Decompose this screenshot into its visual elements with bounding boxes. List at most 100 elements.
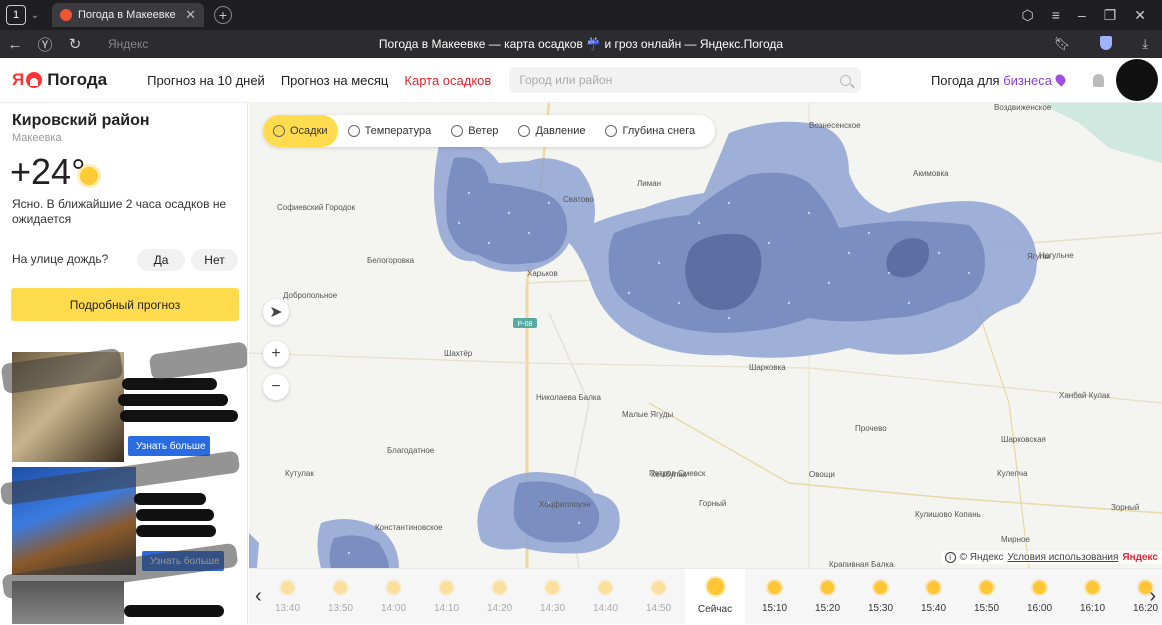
timeline-slot[interactable]: 14:20 xyxy=(473,569,526,625)
map-place-label: Крапивная Балка xyxy=(829,560,894,568)
download-icon[interactable]: ⤓ xyxy=(1142,36,1148,52)
menu-icon[interactable]: ≡ xyxy=(1052,7,1060,24)
map-place-label: Овощи xyxy=(809,470,835,479)
address-tools: 🔖︎ ⤓ xyxy=(1054,36,1162,52)
layer-snow-depth[interactable]: Глубина снега xyxy=(595,115,705,147)
rain-dot xyxy=(888,272,890,274)
current-temperature: +24° xyxy=(10,151,85,193)
copyright-text: © Яндекс xyxy=(960,552,1004,563)
ad-image[interactable] xyxy=(12,581,124,624)
map-place-label: Воздвиженское xyxy=(994,103,1051,112)
address-bar: ← Ⓨ ↻ Яндекс Погода в Макеевке — карта о… xyxy=(0,30,1162,58)
sun-icon xyxy=(874,581,887,594)
water-areas xyxy=(1039,103,1162,163)
tab-counter[interactable]: 1 xyxy=(6,5,26,25)
map-place-label: Белогоровка xyxy=(367,256,414,265)
browser-tab[interactable]: Погода в Макеевке — ✕ xyxy=(52,3,204,27)
timeline-time: 15:40 xyxy=(907,603,960,614)
reload-icon[interactable]: ↻ xyxy=(60,35,90,53)
layer-label: Глубина снега xyxy=(622,125,695,137)
timeline-slot[interactable]: 14:40 xyxy=(579,569,632,625)
timeline-slot[interactable]: 14:10 xyxy=(420,569,473,625)
timeline-slot[interactable]: Сейчас xyxy=(685,569,745,625)
city-name: Макеевка xyxy=(12,132,62,144)
timeline-slot[interactable]: 15:40 xyxy=(907,569,960,625)
new-tab-icon[interactable]: + xyxy=(214,6,232,24)
timeline-time: 13:40 xyxy=(261,603,314,614)
search-icon[interactable] xyxy=(840,75,851,86)
precip-zone-light xyxy=(249,122,1037,568)
back-icon[interactable]: ← xyxy=(0,36,30,53)
tab-list-chevron-icon[interactable]: ⌄ xyxy=(26,10,44,21)
bookmark-icon[interactable]: 🔖︎ xyxy=(1054,36,1071,52)
timeline-next-icon[interactable]: › xyxy=(1149,585,1156,608)
rain-no-button[interactable]: Нет xyxy=(191,249,238,271)
map-place-label: Добропольное xyxy=(283,291,337,300)
terms-link[interactable]: Условия использования xyxy=(1007,552,1118,563)
timeline-slot[interactable]: 13:50 xyxy=(314,569,367,625)
ad-block[interactable] xyxy=(0,581,248,624)
layer-pressure[interactable]: Давление xyxy=(508,115,595,147)
maximize-icon[interactable]: ❐ xyxy=(1104,7,1117,24)
geolocation-button[interactable]: ➤ xyxy=(263,299,289,325)
layer-label: Ветер xyxy=(468,125,498,137)
weather-favicon-icon xyxy=(60,9,72,21)
search-input[interactable]: Город или район xyxy=(509,67,861,93)
timeline-slot[interactable]: 15:10 xyxy=(748,569,801,625)
precipitation-map[interactable]: P-08 ВознесенскоеВоздвиженскоеЛиманСвато… xyxy=(249,103,1162,568)
close-tab-icon[interactable]: ✕ xyxy=(185,7,196,23)
rain-dot xyxy=(728,202,730,204)
layer-temperature[interactable]: Температура xyxy=(338,115,442,147)
rain-dot xyxy=(548,202,550,204)
bell-icon[interactable] xyxy=(1093,74,1104,87)
rain-yes-button[interactable]: Да xyxy=(137,249,185,271)
address-domain[interactable]: Яндекс xyxy=(108,37,228,51)
sun-icon xyxy=(652,581,665,594)
detailed-forecast-button[interactable]: Подробный прогноз xyxy=(11,288,239,321)
rain-dot xyxy=(458,222,460,224)
close-window-icon[interactable]: ✕ xyxy=(1134,7,1146,24)
timeline-slot[interactable]: 15:30 xyxy=(854,569,907,625)
timeline-slot[interactable]: 15:20 xyxy=(801,569,854,625)
timeline-slot[interactable]: 14:50 xyxy=(632,569,685,625)
location-pin-icon xyxy=(1053,72,1067,86)
protect-shield-icon[interactable] xyxy=(1100,36,1112,50)
zoom-in-button[interactable]: + xyxy=(263,341,289,367)
weather-description: Ясно. В ближайшие 2 часа осадков не ожид… xyxy=(12,197,232,227)
rain-dot xyxy=(868,232,870,234)
map-place-label: Акимовка xyxy=(913,169,949,178)
ad-block[interactable]: Узнать больше xyxy=(0,463,248,583)
zoom-out-button[interactable]: − xyxy=(263,374,289,400)
timeline-time: 14:10 xyxy=(420,603,473,614)
rain-dot xyxy=(468,192,470,194)
sun-icon xyxy=(440,581,453,594)
timeline-slot[interactable]: 15:50 xyxy=(960,569,1013,625)
map-place-label: Софиевский Городок xyxy=(277,203,355,212)
yandex-icon[interactable]: Ⓨ xyxy=(30,34,60,55)
timeline-slot[interactable]: 13:40 xyxy=(261,569,314,625)
info-icon[interactable]: i xyxy=(945,552,956,563)
menu-month[interactable]: Прогноз на месяц xyxy=(281,73,389,88)
rain-dot xyxy=(828,282,830,284)
avatar[interactable] xyxy=(1116,59,1158,101)
menu-precipitation-map[interactable]: Карта осадков xyxy=(404,73,491,88)
rain-dot xyxy=(938,252,940,254)
timeline-slot[interactable]: 16:10 xyxy=(1066,569,1119,625)
ad-block[interactable]: Узнать больше xyxy=(0,348,248,468)
menu-10-days[interactable]: Прогноз на 10 дней xyxy=(147,73,265,88)
business-link[interactable]: Погода для бизнеса xyxy=(931,73,1065,88)
layer-wind[interactable]: Ветер xyxy=(441,115,508,147)
map-place-label: Хоцфиллоуэн xyxy=(539,500,591,509)
pogoda-logo[interactable]: Я Погода xyxy=(12,70,107,90)
timeline-slot[interactable]: 16:00 xyxy=(1013,569,1066,625)
ad-text-line xyxy=(136,525,216,537)
thermometer-icon xyxy=(348,125,360,137)
map-place-label: Кулишово Копань xyxy=(915,510,981,519)
minimize-icon[interactable]: – xyxy=(1078,7,1086,24)
timeline-slot[interactable]: 14:30 xyxy=(526,569,579,625)
timeline-slot[interactable]: 14:00 xyxy=(367,569,420,625)
map-place-label: Лиман xyxy=(637,179,661,188)
layer-precipitation[interactable]: Осадки xyxy=(263,115,338,147)
ad-learn-more-button[interactable]: Узнать больше xyxy=(128,436,210,456)
extensions-icon[interactable]: ⬡ xyxy=(1022,7,1034,24)
